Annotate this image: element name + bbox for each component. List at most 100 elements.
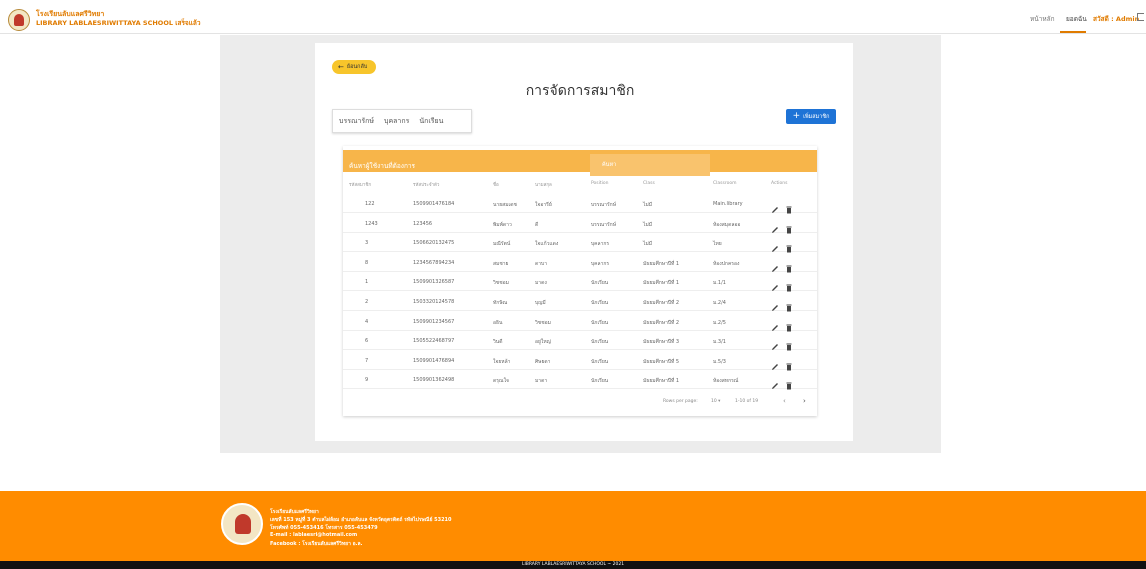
- footer-phone: โทรศัพท์ 055-453416 โทรสาร 055-453479: [270, 525, 378, 531]
- back-button-label: ย้อนกลับ: [346, 64, 368, 70]
- cell-first-name: สมชาย: [493, 260, 509, 267]
- cell-national-id: 1503320124578: [413, 299, 455, 305]
- edit-icon[interactable]: [771, 317, 779, 331]
- cell-position: บรรณารักษ์: [591, 221, 616, 228]
- nav-user-greeting[interactable]: สวัสดี : Admin: [1093, 14, 1139, 24]
- search-label: ค้นหาผู้ใช้งานที่ต้องการ: [349, 162, 416, 170]
- delete-icon[interactable]: [786, 199, 792, 214]
- cell-national-id: 1509901362498: [413, 377, 455, 384]
- cell-member-id: 8: [365, 259, 369, 266]
- col-position[interactable]: Position: [591, 181, 609, 186]
- delete-icon[interactable]: [786, 317, 792, 332]
- cell-class: มัธยมศึกษาปีที่ 3: [643, 339, 680, 346]
- edit-icon[interactable]: [771, 258, 779, 272]
- footer-school-logo-icon: [221, 503, 263, 545]
- cell-first-name: ใจยหล้า: [493, 358, 511, 365]
- cell-classroom: ม.2/5: [713, 319, 726, 326]
- cell-last-name: บุญมี: [535, 300, 546, 306]
- rows-per-page-label: Rows per page:: [663, 399, 698, 404]
- cell-member-id: 1243: [365, 220, 378, 227]
- cell-last-name: ใจอารีย์: [535, 202, 552, 208]
- cell-last-name: ใจแก้วแดง: [535, 241, 559, 248]
- cell-member-id: 4: [365, 318, 369, 325]
- cell-position: นักเรียน: [591, 378, 609, 385]
- table-row: 6 1505522468797 วินดี อยู่ใหญ่ นักเรียน มัธยม…: [343, 331, 817, 351]
- nav-active-indicator: [1060, 31, 1086, 33]
- search-placeholder: ค้นหา: [602, 162, 617, 168]
- cell-first-name: ดรุณใจ: [493, 378, 509, 385]
- cell-first-name: ทักษิณ: [493, 300, 508, 306]
- table-row: 1 1509901326587 วิชชอม มาดง นักเรียน มัธยมศึก…: [343, 272, 817, 292]
- school-logo-icon[interactable]: [8, 9, 30, 31]
- cell-class: มัธยมศึกษาปีที่ 2: [643, 300, 680, 306]
- cell-class: มัธยมศึกษาปีที่ 1: [643, 260, 680, 267]
- edit-icon[interactable]: [771, 219, 779, 233]
- nav-home[interactable]: หน้าหลัก: [1030, 14, 1055, 24]
- search-input[interactable]: ค้นหา: [590, 154, 710, 176]
- col-classroom[interactable]: Classroom: [713, 181, 736, 186]
- cell-position: บรรณารักษ์: [591, 202, 616, 208]
- footer-email[interactable]: E-mail : lablaesri@hotmail.com: [270, 532, 357, 538]
- delete-icon[interactable]: [786, 219, 792, 234]
- cell-classroom: ห้องสหกรณ์: [713, 378, 739, 385]
- cell-national-id: 123456: [413, 220, 433, 227]
- tab-staff[interactable]: บุคลากร: [384, 116, 409, 127]
- delete-icon[interactable]: [786, 297, 792, 312]
- cell-first-name: อธิน: [493, 319, 503, 326]
- add-member-button[interactable]: + เพิ่มสมาชิก: [786, 109, 836, 124]
- edit-icon[interactable]: [771, 297, 779, 311]
- next-page-icon[interactable]: ›: [803, 397, 806, 405]
- cell-class: ไม่มี: [643, 221, 653, 228]
- tab-student[interactable]: นักเรียน: [419, 116, 443, 127]
- cell-member-id: 1: [365, 279, 369, 286]
- cell-first-name: พิมพ์ดาว: [493, 221, 512, 228]
- delete-icon[interactable]: [786, 238, 792, 253]
- col-member-id[interactable]: รหัสสมาชิก: [349, 181, 371, 188]
- tab-librarian[interactable]: บรรณารักษ์: [339, 116, 374, 127]
- delete-icon[interactable]: [786, 356, 792, 371]
- edit-icon[interactable]: [771, 356, 779, 370]
- footer-facebook[interactable]: Facebook : โรงเรียนลับแลศรีวิทยา อ.ล.: [270, 540, 363, 548]
- nav-mine[interactable]: ยอดฉัน: [1066, 14, 1087, 24]
- cell-position: นักเรียน: [591, 300, 609, 306]
- cell-classroom: ไทย: [713, 241, 722, 248]
- cell-class: ไม่มี: [643, 202, 653, 208]
- cell-class: ไม่มี: [643, 241, 653, 248]
- cell-class: มัธยมศึกษาปีที่ 1: [643, 378, 680, 385]
- delete-icon[interactable]: [786, 258, 792, 273]
- copyright-text: LIBRARY LABLAESRIWITTAYA SCHOOL ~ 2021: [521, 562, 625, 567]
- edit-icon[interactable]: [771, 199, 779, 213]
- col-national-id[interactable]: รหัสประจำตัว: [413, 181, 439, 188]
- table-row: 9 1509901362498 ดรุณใจ มาดา นักเรียน มัธยมศึก…: [343, 370, 817, 390]
- cell-national-id: 1509901234567: [413, 318, 455, 325]
- cell-classroom: ม.5/3: [713, 358, 726, 365]
- delete-icon[interactable]: [786, 375, 792, 390]
- col-first-name[interactable]: ชื่อ: [493, 181, 499, 188]
- cell-first-name: นายสมเดช: [493, 202, 517, 208]
- delete-icon[interactable]: [786, 277, 792, 292]
- col-class[interactable]: Class: [643, 181, 655, 186]
- delete-icon[interactable]: [786, 336, 792, 351]
- cell-member-id: 6: [365, 338, 369, 345]
- back-button[interactable]: ← ย้อนกลับ: [332, 60, 376, 74]
- library-name[interactable]: LIBRARY LABLAESRIWITTAYA SCHOOL เสร็จแล้…: [36, 18, 201, 28]
- edit-icon[interactable]: [771, 277, 779, 292]
- cell-national-id: 1234567894234: [413, 259, 455, 266]
- cell-national-id: 1509901476894: [413, 357, 455, 364]
- arrow-left-icon: ←: [338, 63, 344, 71]
- cell-member-id: 9: [365, 377, 369, 384]
- rows-per-page-select[interactable]: 10 ▾: [711, 399, 720, 404]
- table-row: 3 1506620132475 มณีรัตน์ ใจแก้วแดง บุคลากร ไม…: [343, 233, 817, 253]
- cell-first-name: มณีรัตน์: [493, 241, 511, 248]
- cell-class: มัธยมศึกษาปีที่ 5: [643, 358, 680, 365]
- edit-icon[interactable]: [771, 336, 779, 351]
- edit-icon[interactable]: [771, 375, 779, 390]
- col-last-name[interactable]: นามสกุล: [535, 181, 552, 188]
- logout-icon[interactable]: [1137, 13, 1144, 21]
- top-bar: โรงเรียนลับแลศรีวิทยา LIBRARY LABLAESRIW…: [0, 0, 1146, 34]
- cell-member-id: 3: [365, 240, 369, 247]
- edit-icon[interactable]: [771, 238, 779, 253]
- cell-classroom: ห้องสมุดลออ: [713, 221, 741, 228]
- table-row: 4 1509901234567 อธิน วิชชอม นักเรียน มัธยมศึก…: [343, 312, 817, 332]
- prev-page-icon[interactable]: ‹: [783, 397, 786, 405]
